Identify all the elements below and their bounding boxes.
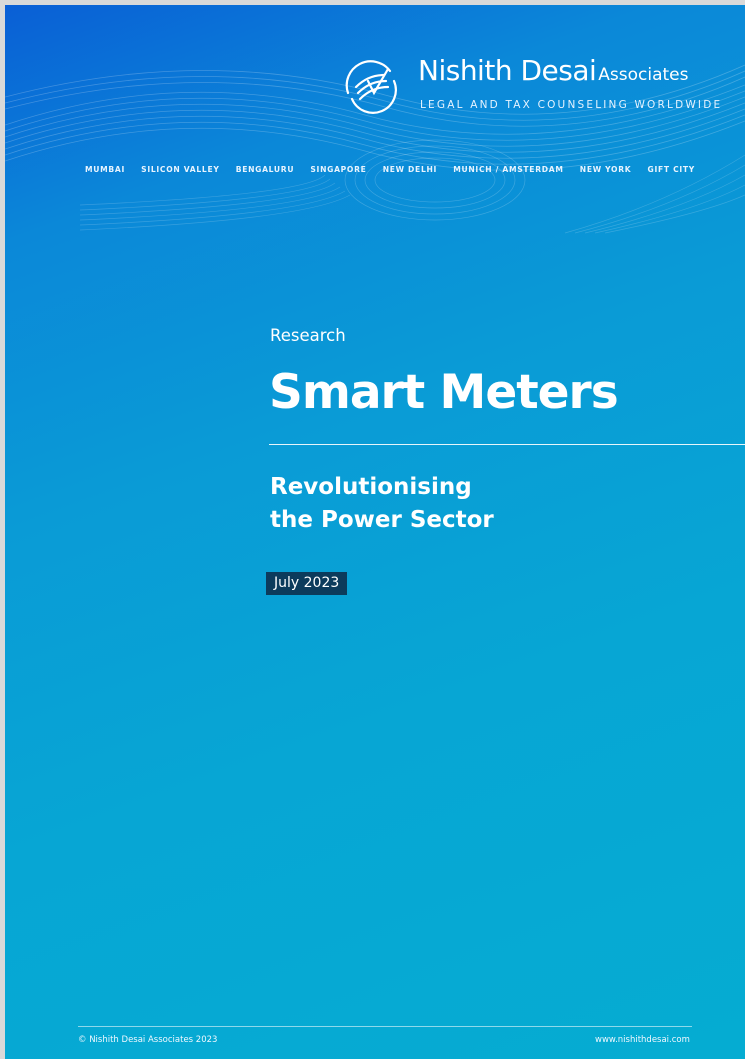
city-item: BENGALURU [235,165,295,174]
city-item: SILICON VALLEY [141,165,220,174]
document-category: Research [270,326,346,345]
decorative-wave-lines [5,64,745,234]
city-item: GIFT CITY [647,165,695,174]
publication-date-badge: July 2023 [266,572,348,595]
document-subtitle: Revolutionising the Power Sector [270,471,494,537]
footer-copyright: © Nishith Desai Associates 2023 [78,1035,218,1045]
brand-suffix-text: Associates [598,65,689,85]
city-item: NEW YORK [579,165,632,174]
footer-divider [78,1026,692,1027]
document-cover: Nishith Desai Associates LEGAL AND TAX CO… [5,5,745,1059]
city-item: SINGAPORE [310,165,367,174]
city-item: NEW DELHI [382,165,438,174]
document-title: Smart Meters [269,365,619,420]
brand-tagline: LEGAL AND TAX COUNSELING WORLDWIDE [420,99,723,111]
title-divider [269,444,745,445]
brand-main-text: Nishith Desai [418,54,597,87]
subtitle-line-1: Revolutionising [270,474,472,500]
city-item: MUMBAI [85,165,125,174]
circular-swoosh-logo-icon [345,60,397,114]
city-item: MUNICH / AMSTERDAM [453,165,564,174]
subtitle-line-2: the Power Sector [270,507,494,533]
footer-website-link[interactable]: www.nishithdesai.com [595,1035,690,1045]
office-cities-list: MUMBAI SILICON VALLEY BENGALURU SINGAPOR… [85,165,695,174]
brand-name: Nishith Desai Associates [418,57,689,85]
